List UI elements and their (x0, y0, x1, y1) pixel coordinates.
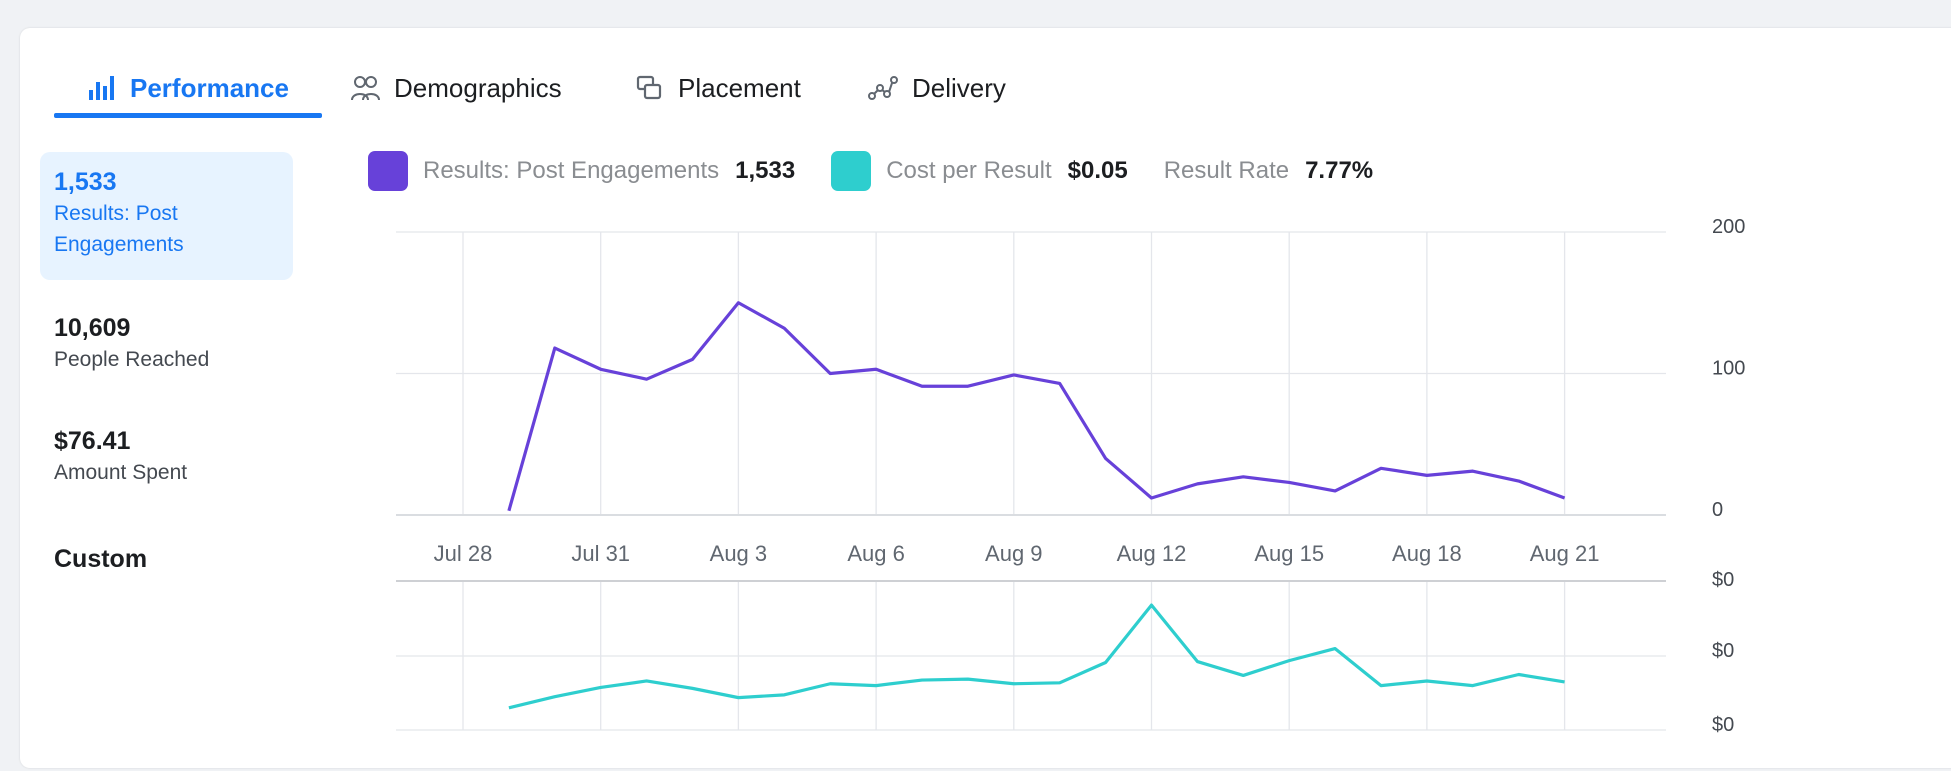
tab-performance[interactable]: Performance (86, 56, 289, 120)
metric-value: 10,609 (54, 314, 131, 342)
results-swatch[interactable] (368, 151, 408, 191)
people-icon (350, 73, 380, 103)
metric-label: Results: Post (54, 202, 178, 225)
bar-chart-icon (86, 73, 116, 103)
delivery-icon (868, 73, 898, 103)
metric-custom[interactable]: Custom (40, 543, 293, 575)
legend-rate-label: Result Rate (1163, 157, 1290, 184)
metric-results[interactable]: 1,533 Results: Post Engagements (40, 152, 293, 280)
metric-value: Custom (54, 545, 148, 573)
tab-placement[interactable]: Placement (634, 56, 801, 120)
metric-amount-spent[interactable]: $76.41 Amount Spent (40, 425, 293, 488)
tab-demographics[interactable]: Demographics (350, 56, 562, 120)
legend-results-label: Results: Post Engagements (423, 157, 720, 184)
tab-delivery[interactable]: Delivery (868, 56, 1006, 120)
metric-label: Engagements (54, 233, 184, 256)
legend-results-value: 1,533 (735, 157, 796, 184)
tab-label: Performance (130, 72, 289, 103)
placement-icon (634, 73, 664, 103)
tab-label: Demographics (394, 72, 562, 103)
metric-value: $76.41 (54, 427, 131, 455)
legend-cost-label: Cost per Result (886, 157, 1052, 184)
tab-label: Placement (678, 72, 801, 103)
chart-legend: Results: Post Engagements 1,533 Cost per… (368, 148, 1409, 194)
legend-rate-value: 7.77% (1305, 157, 1374, 184)
cost-swatch[interactable] (831, 151, 872, 191)
performance-card (20, 28, 1951, 768)
metric-label: People Reached (54, 348, 210, 371)
legend-cost-value: $0.05 (1067, 157, 1128, 184)
active-tab-indicator (54, 113, 322, 118)
metric-label: Amount Spent (54, 461, 188, 484)
metric-value: 1,533 (54, 168, 117, 196)
tab-label: Delivery (912, 72, 1006, 103)
metric-people-reached[interactable]: 10,609 People Reached (40, 312, 293, 375)
